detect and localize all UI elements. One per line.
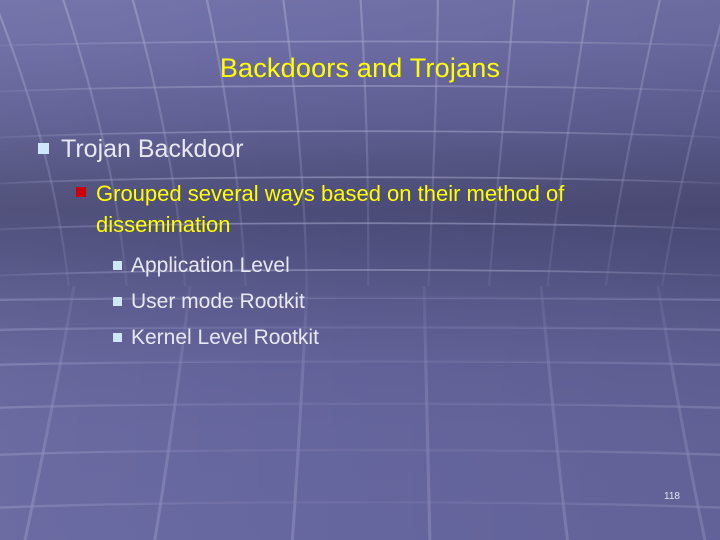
bullet-text: Trojan Backdoor	[61, 135, 244, 163]
presentation-slide: Backdoors and Trojans Trojan Backdoor Gr…	[0, 0, 720, 540]
bullet-text: Kernel Level Rootkit	[131, 326, 319, 349]
square-bullet-icon	[76, 187, 86, 197]
bullet-item-level3: Application Level	[113, 252, 673, 280]
bullet-text: Application Level	[131, 254, 290, 277]
slide-title: Backdoors and Trojans	[219, 53, 501, 83]
square-bullet-icon	[113, 261, 122, 270]
bullet-text: Grouped several ways based on their meth…	[96, 181, 565, 237]
bullet-item-level3: Kernel Level Rootkit	[113, 324, 673, 352]
bullet-text: User mode Rootkit	[131, 290, 305, 313]
bullet-item-level2: Grouped several ways based on their meth…	[76, 178, 696, 240]
bullet-item-level3: User mode Rootkit	[113, 288, 673, 316]
square-bullet-icon	[113, 297, 122, 306]
slide-page-number: 118	[664, 491, 680, 502]
slide-content: Backdoors and Trojans Trojan Backdoor Gr…	[0, 0, 720, 540]
bullet-item-level1: Trojan Backdoor	[38, 133, 698, 165]
square-bullet-icon	[113, 333, 122, 342]
square-bullet-icon	[38, 143, 49, 154]
